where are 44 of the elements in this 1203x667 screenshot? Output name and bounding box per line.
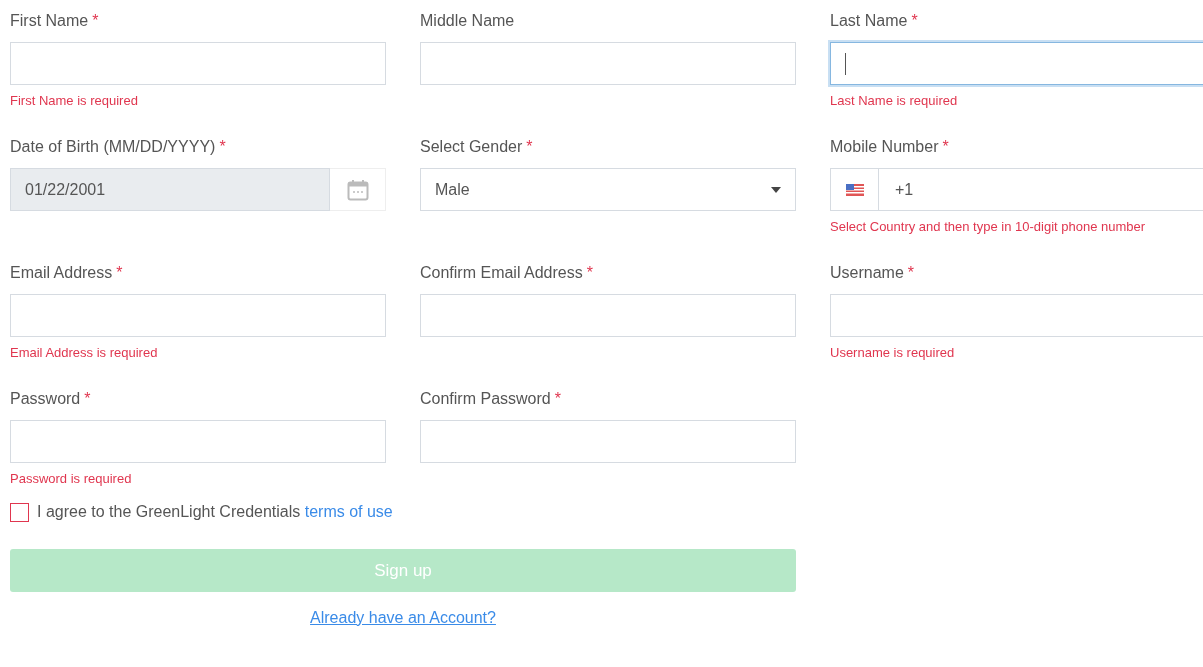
required-mark: *: [586, 263, 593, 283]
required-mark: *: [911, 11, 918, 31]
error-message: Select Country and then type in 10-digit phone number: [830, 218, 1146, 236]
field-label: Middle Name: [420, 11, 515, 31]
text-field[interactable]: [420, 294, 796, 337]
field-label: Email Address: [10, 263, 113, 283]
field-label: Last Name: [830, 11, 908, 31]
checkbox[interactable]: [10, 502, 29, 522]
select-field[interactable]: Male: [420, 168, 796, 211]
error-message: Last Name is required: [830, 92, 958, 110]
required-mark: *: [116, 263, 123, 283]
password-field[interactable]: [420, 420, 796, 463]
required-mark: *: [219, 137, 226, 157]
required-mark: *: [554, 389, 561, 409]
field-label: Password: [10, 389, 81, 409]
required-mark: *: [92, 11, 99, 31]
field-label: Date of Birth (MM/DD/YYYY): [10, 137, 216, 157]
required-mark: *: [942, 137, 949, 157]
field-label: Username: [830, 263, 904, 283]
date-field[interactable]: 01/22/2001: [10, 168, 330, 211]
text-field[interactable]: [830, 42, 1203, 85]
text-field[interactable]: [830, 294, 1203, 337]
dropdown-arrow-icon: [771, 186, 781, 193]
required-mark: *: [907, 263, 915, 283]
text-field[interactable]: [420, 42, 796, 85]
field-label: First Name: [10, 11, 89, 31]
field-label: Confirm Email Address: [420, 263, 583, 283]
required-mark: *: [526, 137, 533, 157]
field-label: Mobile Number: [830, 137, 939, 157]
error-message: Password is required: [10, 470, 132, 488]
text-field[interactable]: [10, 294, 386, 337]
text-field[interactable]: [10, 42, 386, 85]
terms-link[interactable]: terms of use: [304, 503, 393, 520]
text-cursor: [845, 52, 846, 75]
required-mark: *: [84, 389, 91, 409]
calendar-icon[interactable]: [346, 178, 369, 201]
login-link[interactable]: Already have an Account?: [310, 609, 496, 626]
field-label: Select Gender: [420, 137, 523, 157]
password-field[interactable]: [10, 420, 386, 463]
field-label: Confirm Password: [420, 389, 551, 409]
error-message: Email Address is required: [10, 344, 158, 362]
agreement-text: I agree to the GreenLight Credentials terms of use: [37, 502, 393, 522]
error-message: First Name is required: [10, 92, 138, 110]
error-message: Username is required: [830, 344, 955, 362]
